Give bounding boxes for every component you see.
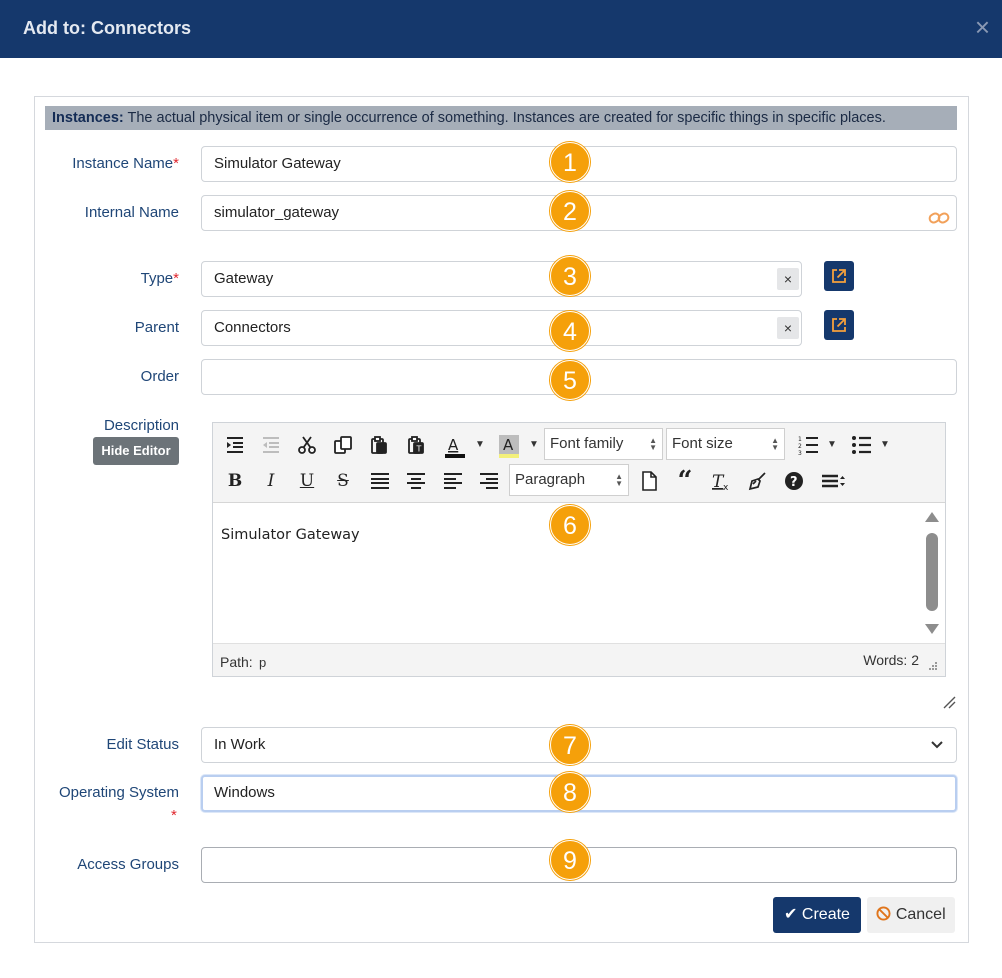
- step-badge-7: 7: [550, 725, 590, 765]
- strikethrough-icon[interactable]: S: [329, 467, 357, 495]
- clear-formatting-icon[interactable]: Tx: [707, 467, 735, 495]
- resize-grip-icon[interactable]: [928, 661, 937, 670]
- editor-statusbar: Path: p Words: 2: [213, 643, 945, 676]
- bullet-list-icon[interactable]: [847, 431, 875, 459]
- italic-icon[interactable]: I: [257, 467, 285, 495]
- parent-clear-button[interactable]: ×: [777, 317, 799, 339]
- external-link-icon: [832, 269, 846, 283]
- info-banner: Instances: The actual physical item or s…: [45, 106, 957, 130]
- required-mark: *: [171, 807, 177, 824]
- step-badge-3: 3: [550, 256, 590, 296]
- editor-toolbar: T A ▼ A ▼ Font family ▲ ▼ Font size ▲ ▼ 12…: [213, 423, 945, 503]
- rich-text-editor: T A ▼ A ▼ Font family ▲ ▼ Font size ▲ ▼ 12…: [212, 422, 946, 677]
- align-right-icon[interactable]: [475, 467, 503, 495]
- outdent-icon[interactable]: [257, 431, 285, 459]
- path-label: Path:: [220, 654, 253, 670]
- parent-label: Parent: [134, 319, 179, 336]
- type-open-button[interactable]: [824, 261, 854, 291]
- create-button[interactable]: ✔ Create: [773, 897, 861, 933]
- chevron-down-icon: [931, 741, 943, 749]
- block-format-select[interactable]: Paragraph ▲ ▼: [509, 464, 629, 496]
- type-label: Type*: [140, 270, 179, 287]
- more-options-icon[interactable]: [817, 467, 845, 495]
- check-icon: ✔: [784, 906, 798, 923]
- dialog-title: Add to: Connectors: [23, 18, 191, 38]
- type-clear-button[interactable]: ×: [777, 268, 799, 290]
- scrollbar-thumb[interactable]: [926, 533, 938, 611]
- dialog-header: Add to: Connectors ×: [0, 0, 1002, 58]
- svg-text:x: x: [723, 483, 729, 491]
- required-mark: *: [173, 270, 179, 287]
- select-arrows-icon: ▲ ▼: [615, 472, 623, 488]
- svg-text:T: T: [416, 445, 422, 454]
- align-center-icon[interactable]: [402, 467, 430, 495]
- step-badge-6: 6: [550, 505, 590, 545]
- order-label: Order: [140, 368, 179, 385]
- operating-system-label: Operating System: [58, 784, 179, 801]
- parent-open-button[interactable]: [824, 310, 854, 340]
- select-arrows-icon: ▲ ▼: [771, 436, 779, 452]
- step-badge-8: 8: [550, 772, 590, 812]
- indent-icon[interactable]: [221, 431, 249, 459]
- scroll-up-icon[interactable]: [925, 511, 939, 523]
- svg-text:1: 1: [798, 436, 802, 443]
- word-count: Words: 2: [863, 652, 919, 668]
- step-badge-2: 2: [550, 191, 590, 231]
- description-label: Description: [103, 417, 179, 434]
- instance-name-label: Instance Name*: [72, 155, 179, 172]
- required-mark: *: [173, 155, 179, 172]
- external-link-icon: [832, 318, 846, 332]
- new-document-icon[interactable]: [635, 467, 663, 495]
- paste-icon[interactable]: [365, 431, 393, 459]
- internal-name-label: Internal Name: [84, 204, 179, 221]
- type-select[interactable]: Gateway ×: [201, 261, 802, 297]
- access-groups-label: Access Groups: [77, 856, 179, 873]
- blockquote-icon[interactable]: “: [671, 465, 699, 497]
- editor-content-text[interactable]: Simulator Gateway: [221, 527, 360, 543]
- background-color-icon[interactable]: A: [494, 431, 522, 459]
- underline-icon[interactable]: U: [293, 467, 321, 495]
- close-icon[interactable]: ×: [975, 14, 990, 40]
- cancel-button[interactable]: Cancel: [867, 897, 955, 933]
- svg-text:3: 3: [798, 450, 802, 455]
- path-value[interactable]: p: [259, 655, 266, 670]
- select-arrows-icon: ▲ ▼: [649, 436, 657, 452]
- step-badge-5: 5: [550, 360, 590, 400]
- svg-text:A: A: [448, 436, 459, 454]
- copy-icon[interactable]: [329, 431, 357, 459]
- cancel-icon: [876, 906, 891, 921]
- info-heading: Instances:: [52, 110, 124, 126]
- bold-icon[interactable]: B: [221, 467, 249, 495]
- svg-text:A: A: [503, 436, 514, 454]
- scroll-down-icon[interactable]: [925, 623, 939, 635]
- help-icon[interactable]: ?: [780, 467, 808, 495]
- hide-editor-button[interactable]: Hide Editor: [93, 437, 179, 465]
- numbered-list-dropdown[interactable]: ▼: [827, 439, 837, 450]
- info-text: The actual physical item or single occur…: [123, 110, 886, 126]
- background-color-dropdown[interactable]: ▼: [529, 439, 539, 450]
- text-color-dropdown[interactable]: ▼: [475, 439, 485, 450]
- brush-icon[interactable]: [744, 467, 772, 495]
- text-color-icon[interactable]: A: [440, 431, 468, 459]
- paste-text-icon[interactable]: T: [402, 431, 430, 459]
- bullet-list-dropdown[interactable]: ▼: [880, 439, 890, 450]
- step-badge-1: 1: [550, 142, 590, 182]
- font-family-select[interactable]: Font family ▲ ▼: [544, 428, 663, 460]
- textarea-resize-icon[interactable]: [942, 695, 956, 709]
- step-badge-4: 4: [550, 311, 590, 351]
- align-left-icon[interactable]: [439, 467, 467, 495]
- align-justify-icon[interactable]: [366, 467, 394, 495]
- step-badge-9: 9: [550, 840, 590, 880]
- svg-text:?: ?: [790, 475, 798, 490]
- parent-select[interactable]: Connectors ×: [201, 310, 802, 346]
- link-icon[interactable]: [928, 205, 950, 239]
- svg-text:2: 2: [798, 443, 802, 450]
- edit-status-label: Edit Status: [106, 736, 179, 753]
- cut-icon[interactable]: [293, 431, 321, 459]
- font-size-select[interactable]: Font size ▲ ▼: [666, 428, 785, 460]
- numbered-list-icon[interactable]: 123: [794, 431, 822, 459]
